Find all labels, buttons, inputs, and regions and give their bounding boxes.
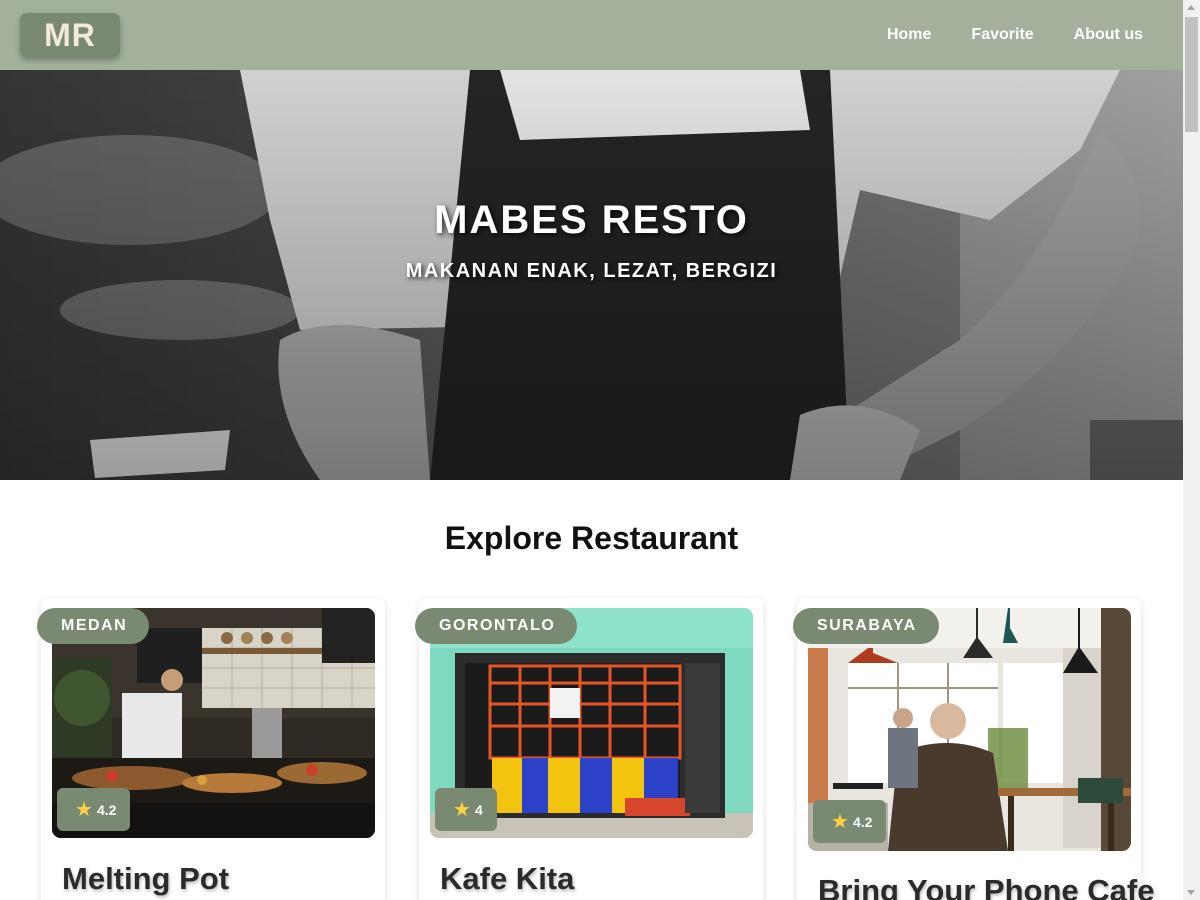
scroll-down-icon[interactable]	[1187, 890, 1195, 895]
rating-value: 4.2	[852, 813, 873, 830]
hero-tagline: MAKANAN ENAK, LEZAT, BERGIZI	[405, 260, 778, 282]
nav-link-home[interactable]: Home	[867, 16, 951, 54]
restaurant-name[interactable]: Melting Pot	[62, 861, 229, 897]
city-badge: GORONTALO	[415, 608, 578, 644]
scroll-up-icon[interactable]	[1187, 5, 1195, 10]
rating-value: 4.2	[96, 801, 117, 818]
scroll-thumb[interactable]	[1185, 17, 1198, 132]
logo[interactable]: MR	[20, 13, 120, 57]
page: MR Home Favorite About us MABES RESTO MA…	[0, 0, 1200, 900]
city-badge: SURABAYA	[793, 608, 939, 644]
restaurant-name[interactable]: Bring Your Phone Cafe	[818, 873, 1154, 900]
star-icon: ★	[831, 810, 849, 833]
restaurant-card[interactable]: SURABAYA ★ 4.2 Bring Your Phone Cafe	[793, 598, 1154, 900]
restaurant-card[interactable]: GORONTALO ★ 4 Kafe Kita	[415, 598, 763, 900]
star-icon: ★	[453, 798, 471, 821]
rating-value: 4	[474, 801, 483, 818]
restaurant-name[interactable]: Kafe Kita	[440, 861, 574, 897]
rating-badge: ★ 4.2	[57, 788, 131, 831]
nav-links: Home Favorite About us	[867, 0, 1163, 70]
rating-badge: ★ 4	[435, 788, 497, 831]
restaurant-card[interactable]: MEDAN ★ 4.2 Melting Pot	[37, 598, 385, 900]
scrollbar[interactable]	[1183, 0, 1200, 900]
nav-link-favorite[interactable]: Favorite	[951, 16, 1053, 54]
hero: MABES RESTO MAKANAN ENAK, LEZAT, BERGIZI	[0, 70, 1183, 480]
star-icon: ★	[75, 798, 93, 821]
section-title: Explore Restaurant	[444, 520, 739, 556]
nav-link-about-us[interactable]: About us	[1054, 16, 1163, 54]
hero-title: MABES RESTO	[434, 198, 749, 242]
city-badge: MEDAN	[37, 608, 150, 644]
navbar: MR Home Favorite About us	[0, 0, 1183, 70]
rating-badge: ★ 4.2	[813, 800, 887, 843]
